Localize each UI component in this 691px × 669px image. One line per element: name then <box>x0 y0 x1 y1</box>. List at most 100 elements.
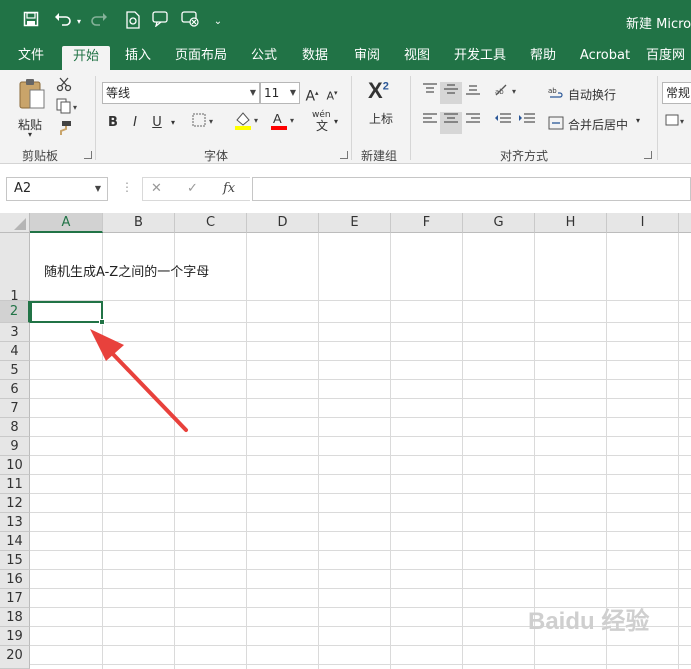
chevron-down-icon: ▾ <box>636 116 641 125</box>
svg-text:▾: ▾ <box>512 87 516 96</box>
ribbon-tabs: 文件 开始 插入 页面布局 公式 数据 审阅 视图 开发工具 帮助 Acroba… <box>0 44 691 70</box>
new-group-label: 新建组 <box>361 149 398 163</box>
tab-baidu-netdisk[interactable]: 百度网 <box>646 44 691 70</box>
number-format-combo[interactable]: 常规 <box>662 82 691 104</box>
svg-text:▾: ▾ <box>254 116 258 125</box>
svg-text:ab: ab <box>495 88 504 96</box>
svg-text:ab: ab <box>548 87 557 95</box>
fill-color-button[interactable]: ▾ <box>232 110 264 132</box>
worksheet-grid[interactable]: A B C D E F G H I 1 2 3 4 5 6 7 8 9 10 1… <box>0 213 691 669</box>
watermark: Baidu 经验 <box>528 608 650 635</box>
alignment-launcher-icon[interactable] <box>644 151 652 159</box>
merge-center-label: 合并后居中 <box>568 118 629 132</box>
formula-bar-grip-icon: ⋮ <box>121 180 133 194</box>
font-group-label: 字体 <box>204 149 229 163</box>
chevron-down-icon: ▼ <box>249 88 256 97</box>
comment-icon[interactable] <box>150 11 172 33</box>
group-divider <box>351 76 352 160</box>
grow-font-button[interactable]: A▴ <box>304 82 320 105</box>
clipboard-launcher-icon[interactable] <box>84 151 92 159</box>
tab-view[interactable]: 视图 <box>396 44 438 70</box>
formula-buttons: ✕ ✓ fx <box>142 177 250 201</box>
chevron-down-icon: ▼ <box>289 88 296 97</box>
accounting-format-icon[interactable]: ▾ <box>664 112 688 134</box>
svg-text:▾: ▾ <box>290 116 294 125</box>
wrap-text-label: 自动换行 <box>568 88 617 102</box>
enter-icon[interactable]: ✓ <box>187 181 198 196</box>
svg-text:▾: ▾ <box>680 117 684 126</box>
superscript-icon: X2 <box>368 78 389 103</box>
tab-insert[interactable]: 插入 <box>118 44 158 70</box>
save-icon[interactable] <box>20 11 42 33</box>
bold-button[interactable]: B <box>104 112 122 134</box>
cut-icon[interactable] <box>54 76 74 98</box>
font-color-button[interactable]: A ▾ <box>268 110 300 132</box>
tab-page-layout[interactable]: 页面布局 <box>168 44 234 70</box>
paste-button[interactable]: 粘贴 ▾ <box>14 78 50 140</box>
clear-icon[interactable] <box>179 11 201 33</box>
tab-formulas[interactable]: 公式 <box>244 44 284 70</box>
superscript-button[interactable]: X2 上标 <box>366 78 396 128</box>
redo-icon[interactable] <box>88 11 110 33</box>
insert-function-icon[interactable]: fx <box>223 181 235 196</box>
font-name-combo[interactable]: 等线 ▼ <box>102 82 260 104</box>
phonetic-button[interactable]: wén 文 ▾ <box>310 110 344 133</box>
customize-qat-icon[interactable]: ⌄ <box>210 11 226 33</box>
title-bar: ▾ ⌄ 新建 Micros <box>0 0 691 44</box>
superscript-label: 上标 <box>369 112 394 126</box>
tab-review[interactable]: 审阅 <box>346 44 388 70</box>
svg-text:▾: ▾ <box>73 103 77 112</box>
align-top-icon[interactable] <box>420 82 440 104</box>
tab-acrobat[interactable]: Acrobat <box>574 44 636 70</box>
underline-button[interactable]: U <box>148 112 166 134</box>
copy-icon[interactable]: ▾ <box>54 98 82 120</box>
increase-indent-icon[interactable] <box>516 112 538 134</box>
tab-file[interactable]: 文件 <box>10 44 52 70</box>
alignment-group-label: 对齐方式 <box>500 149 549 163</box>
tab-help[interactable]: 帮助 <box>522 44 564 70</box>
ribbon: 粘贴 ▾ ▾ 剪贴板 等线 ▼ 11 ▼ A▴ A▾ B I U ▾ ▾ ▾ A… <box>0 70 691 164</box>
svg-text:▾: ▾ <box>209 117 213 126</box>
chevron-down-icon: ▾ <box>334 117 339 126</box>
underline-dropdown-icon[interactable]: ▾ <box>168 112 178 134</box>
svg-text:A: A <box>273 111 282 126</box>
name-box-value: A2 <box>14 181 32 196</box>
print-preview-icon[interactable] <box>122 11 144 33</box>
group-divider <box>95 76 96 160</box>
italic-button[interactable]: I <box>126 112 144 134</box>
cancel-icon[interactable]: ✕ <box>151 181 162 196</box>
window-title: 新建 Micros <box>626 17 691 32</box>
chevron-down-icon[interactable]: ▼ <box>95 178 101 200</box>
tab-data[interactable]: 数据 <box>294 44 336 70</box>
number-format-value: 常规 <box>666 86 691 100</box>
font-name-value: 等线 <box>106 86 131 100</box>
formula-input[interactable] <box>252 177 691 201</box>
font-size-combo[interactable]: 11 ▼ <box>260 82 300 104</box>
font-launcher-icon[interactable] <box>340 151 348 159</box>
borders-button[interactable]: ▾ <box>190 112 220 134</box>
decrease-indent-icon[interactable] <box>492 112 514 134</box>
undo-dropdown-icon[interactable]: ▾ <box>74 11 84 33</box>
merge-center-button[interactable]: 合并后居中 ▾ <box>548 112 648 134</box>
group-divider <box>410 76 411 160</box>
align-left-icon[interactable] <box>420 112 440 134</box>
formula-bar: A2 ▼ ⋮ ✕ ✓ fx <box>0 165 691 213</box>
align-bottom-icon[interactable] <box>463 82 483 104</box>
paste-dropdown-icon[interactable]: ▾ <box>28 130 32 139</box>
phonetic-char-icon: 文 <box>316 119 329 133</box>
grow-font-icon: A <box>305 88 316 105</box>
undo-icon[interactable] <box>52 11 74 33</box>
shrink-font-button[interactable]: A▾ <box>324 82 340 104</box>
align-right-icon[interactable] <box>463 112 483 134</box>
orientation-button[interactable]: ab ▾ <box>492 82 522 104</box>
tab-developer[interactable]: 开发工具 <box>446 44 514 70</box>
align-middle-icon[interactable] <box>440 82 462 104</box>
tab-home[interactable]: 开始 <box>62 46 110 70</box>
font-size-value: 11 <box>264 86 280 100</box>
align-center-icon[interactable] <box>440 112 462 134</box>
format-painter-icon[interactable] <box>54 120 74 142</box>
group-divider <box>657 76 658 160</box>
shrink-font-icon: A <box>326 89 334 103</box>
name-box[interactable]: A2 ▼ <box>6 177 108 201</box>
clipboard-group-label: 剪贴板 <box>22 149 59 163</box>
